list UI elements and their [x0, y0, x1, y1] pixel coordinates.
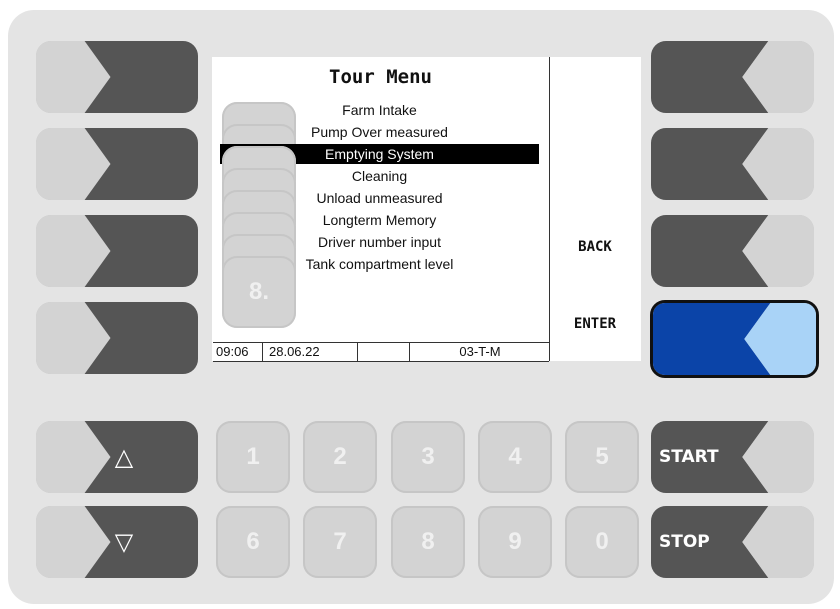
menu-item-8[interactable]: 8. Tank compartment level	[220, 254, 539, 328]
status-bar: 09:06 28.06.22 03-T-M	[213, 342, 549, 362]
menu-item-4[interactable]: 4. Cleaning	[220, 166, 539, 240]
left-softkey-3[interactable]	[36, 215, 198, 287]
digit-5-key[interactable]: 5	[565, 421, 639, 493]
start-label: START	[659, 447, 719, 467]
digit-8-key[interactable]: 8	[391, 506, 465, 578]
menu-item-label: Pump Over measured	[311, 124, 448, 140]
down-arrow-icon: ▽	[114, 528, 134, 556]
menu-area: Tour Menu 1. Farm Intake 2. Pump Over me…	[212, 57, 550, 362]
menu-item-1[interactable]: 1. Farm Intake	[220, 100, 539, 174]
down-arrow-button[interactable]: ▽	[36, 506, 198, 578]
digit-4-key[interactable]: 4	[478, 421, 552, 493]
right-softkey-enter[interactable]	[650, 300, 819, 378]
digit-2-key[interactable]: 2	[303, 421, 377, 493]
menu-item-5[interactable]: 5. Unload unmeasured	[220, 188, 539, 262]
left-softkey-2[interactable]	[36, 128, 198, 200]
right-softkey-1[interactable]	[651, 41, 814, 113]
stop-label: STOP	[659, 532, 710, 552]
digit-9-key[interactable]: 9	[478, 506, 552, 578]
status-empty-field	[357, 343, 408, 361]
menu-item-3-selected[interactable]: 3. Emptying System	[220, 144, 539, 218]
menu-item-label: Emptying System	[325, 146, 434, 162]
menu-title: Tour Menu	[329, 66, 432, 88]
up-arrow-button[interactable]: △	[36, 421, 198, 493]
left-softkey-1[interactable]	[36, 41, 198, 113]
menu-item-7[interactable]: 7. Driver number input	[220, 232, 539, 306]
right-softkey-2[interactable]	[651, 128, 814, 200]
digit-1-key[interactable]: 1	[216, 421, 290, 493]
status-time: 09:06	[216, 344, 249, 359]
right-softkey-back[interactable]	[651, 215, 814, 287]
menu-item-label: Unload unmeasured	[316, 190, 443, 206]
stop-button[interactable]: STOP	[651, 506, 814, 578]
status-date: 28.06.22	[262, 343, 362, 361]
menu-item-label: Longterm Memory	[322, 212, 437, 228]
menu-item-label: Farm Intake	[342, 102, 417, 118]
digit-7-key[interactable]: 7	[303, 506, 377, 578]
up-arrow-icon: △	[114, 443, 134, 471]
menu-item-6[interactable]: 6. Longterm Memory	[220, 210, 539, 284]
digit-6-key[interactable]: 6	[216, 506, 290, 578]
status-code: 03-T-M	[409, 343, 550, 361]
left-softkey-4[interactable]	[36, 302, 198, 374]
menu-item-label: Driver number input	[318, 234, 441, 250]
back-label: BACK	[578, 239, 612, 255]
menu-item-label: Tank compartment level	[305, 256, 454, 272]
menu-item-label: Cleaning	[351, 168, 408, 184]
display-screen: Tour Menu 1. Farm Intake 2. Pump Over me…	[212, 57, 641, 362]
digit-0-key[interactable]: 0	[565, 506, 639, 578]
menu-item-2[interactable]: 2. Pump Over measured	[220, 122, 539, 196]
enter-label: ENTER	[573, 316, 617, 332]
start-button[interactable]: START	[651, 421, 814, 493]
digit-3-key[interactable]: 3	[391, 421, 465, 493]
